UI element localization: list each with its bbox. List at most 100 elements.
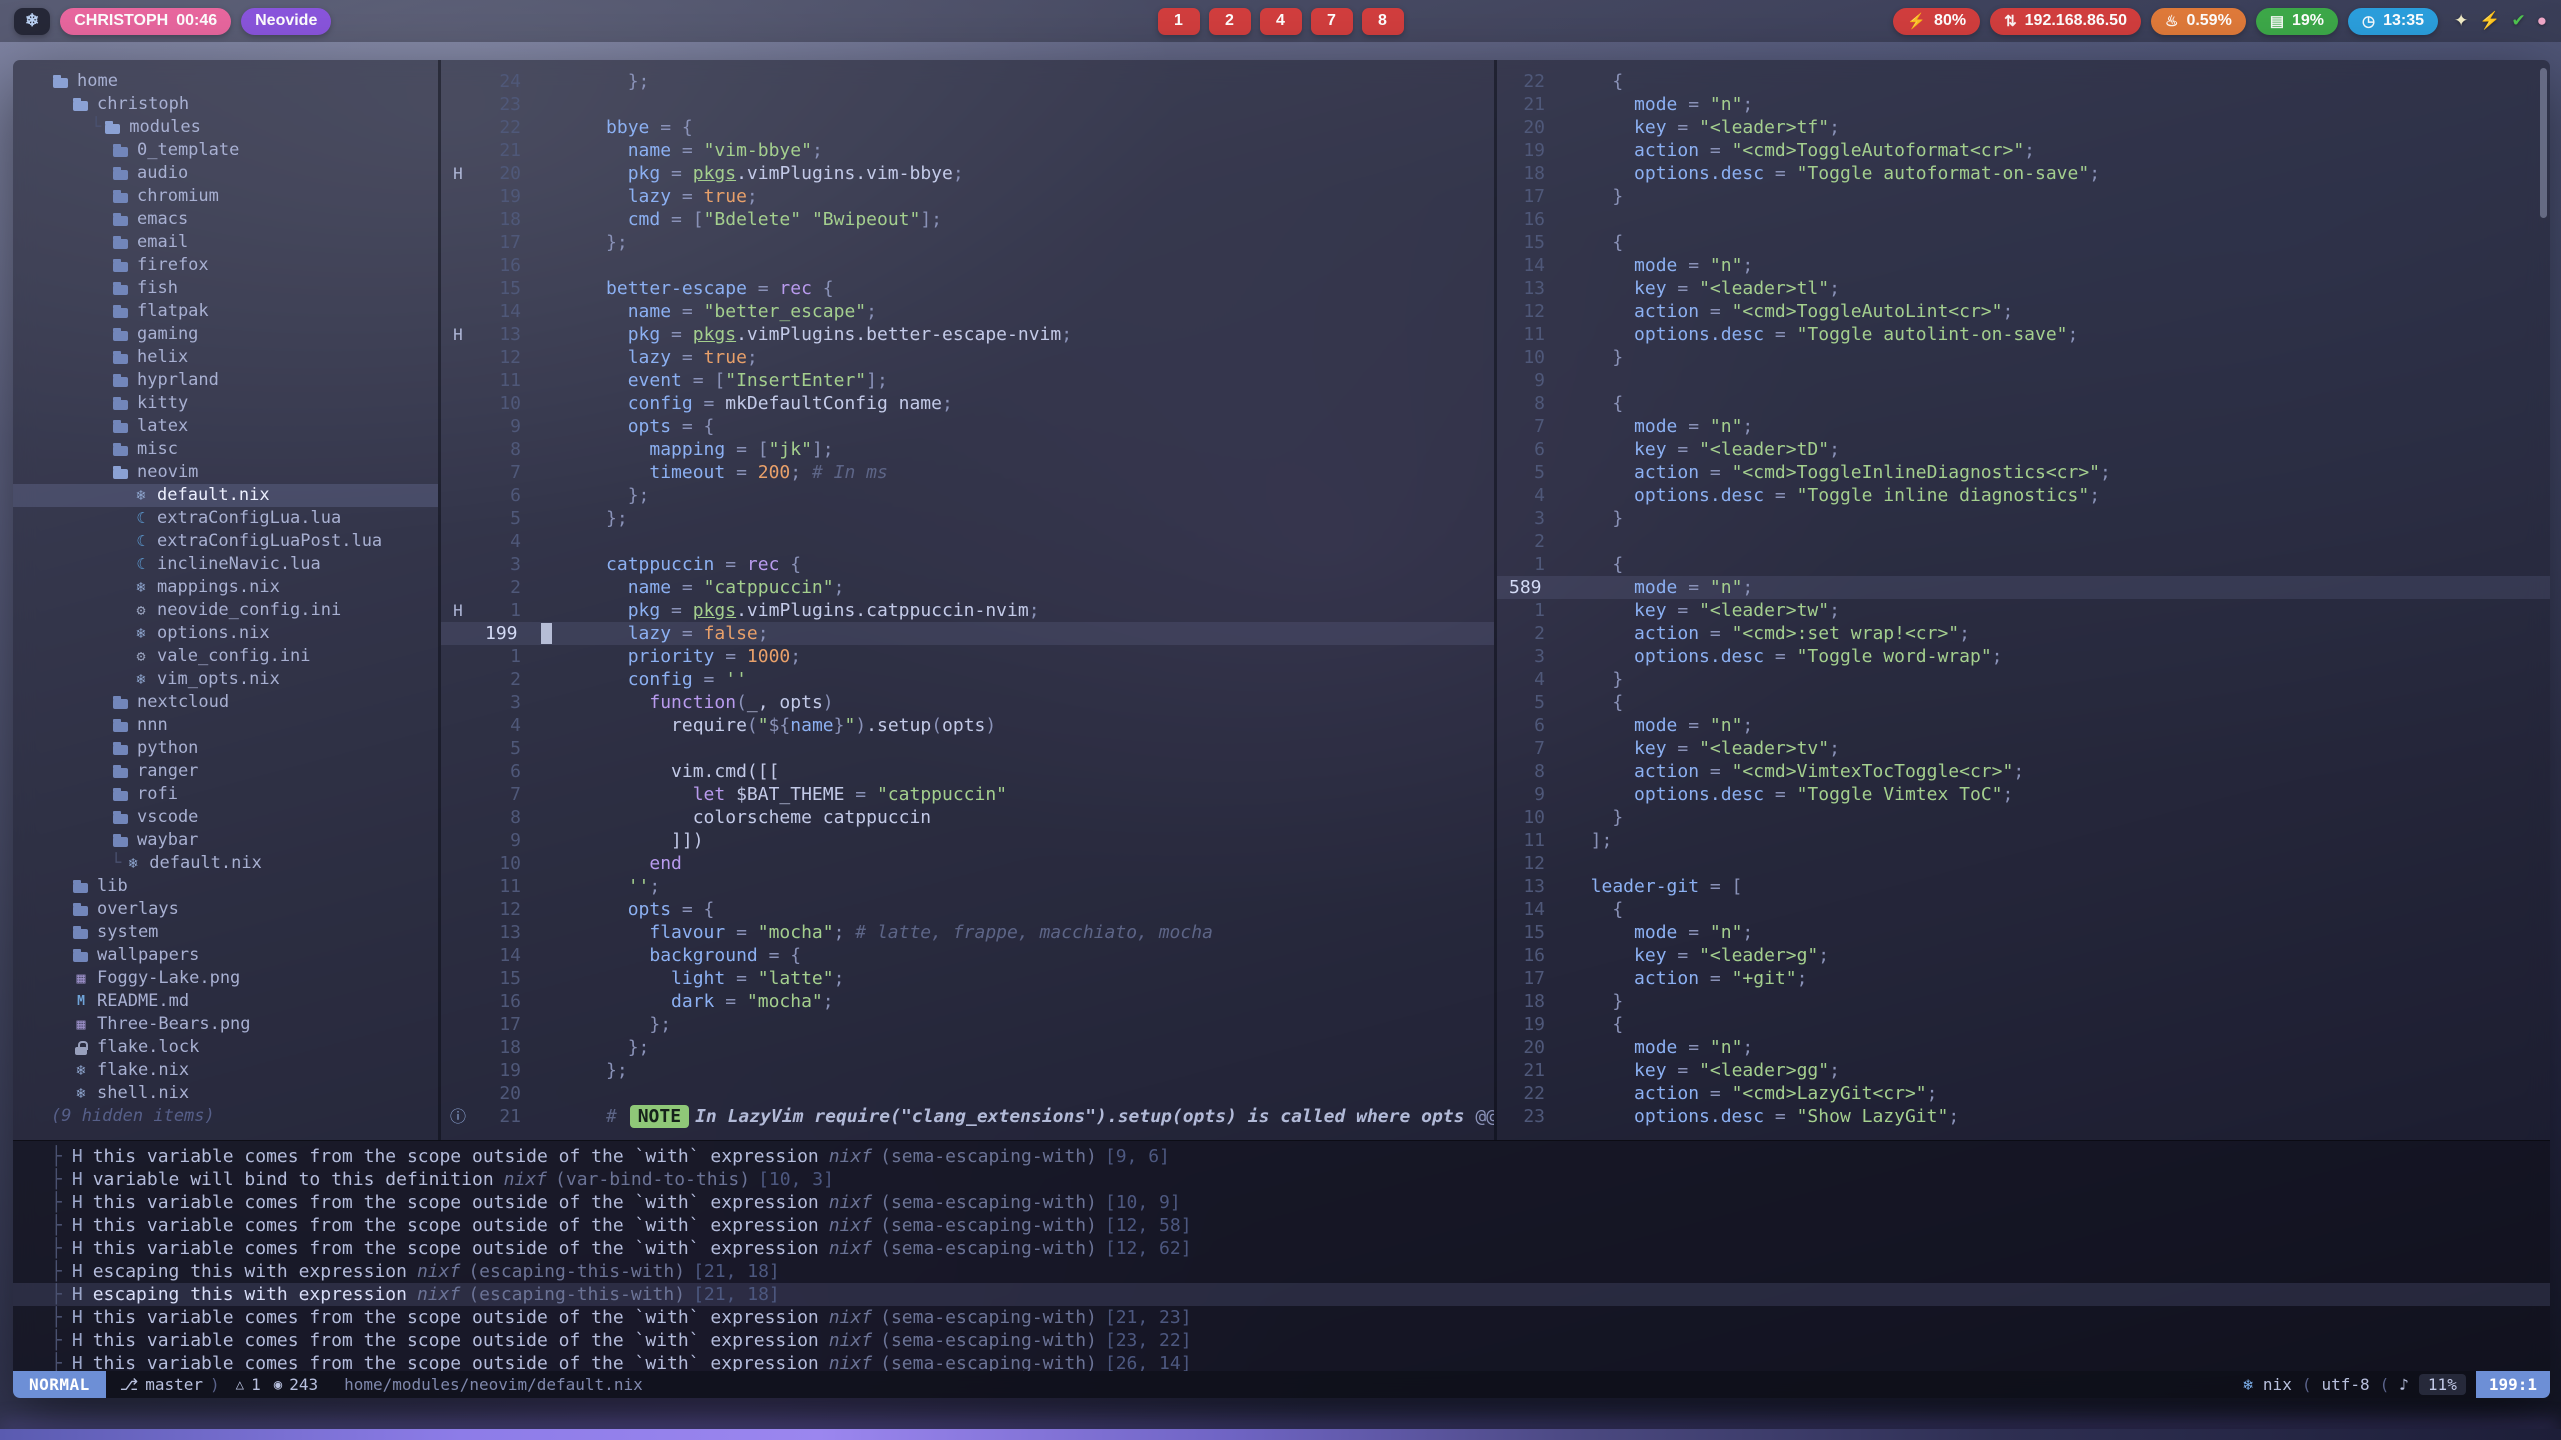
code-line[interactable]: 17 action = "+git";	[1497, 967, 2550, 990]
tree-item[interactable]: python	[13, 737, 438, 760]
power-profile-icon[interactable]: ⚡	[2479, 11, 2500, 31]
code-line[interactable]: H20 pkg = pkgs.vimPlugins.vim-bbye;	[441, 162, 1494, 185]
workspace-button[interactable]: 1	[1158, 8, 1200, 35]
code-line[interactable]: 15 better-escape = rec {	[441, 277, 1494, 300]
tree-item[interactable]: kitty	[13, 392, 438, 415]
tree-item[interactable]: ranger	[13, 760, 438, 783]
tree-item[interactable]: firefox	[13, 254, 438, 277]
code-line[interactable]: 1 key = "<leader>tw";	[1497, 599, 2550, 622]
code-line[interactable]: 20 mode = "n";	[1497, 1036, 2550, 1059]
clock-pill[interactable]: ◷13:35	[2348, 8, 2438, 35]
tree-item[interactable]: nnn	[13, 714, 438, 737]
tree-item[interactable]: fish	[13, 277, 438, 300]
code-line[interactable]: 22 bbye = {	[441, 116, 1494, 139]
code-line[interactable]: 8 colorscheme catppuccin	[441, 806, 1494, 829]
tree-item[interactable]: ❄vim_opts.nix	[13, 668, 438, 691]
code-line[interactable]: 3 }	[1497, 507, 2550, 530]
tree-item[interactable]: gaming	[13, 323, 438, 346]
code-line[interactable]: 23	[441, 93, 1494, 116]
code-line[interactable]: 9 ]])	[441, 829, 1494, 852]
diagnostic-item[interactable]: ├Hthis variable comes from the scope out…	[13, 1306, 2550, 1329]
tree-item[interactable]: rofi	[13, 783, 438, 806]
code-line[interactable]: 7 key = "<leader>tv";	[1497, 737, 2550, 760]
battery-pill[interactable]: ⚡80%	[1893, 8, 1980, 35]
tree-item[interactable]: └❄default.nix	[13, 852, 438, 875]
code-line[interactable]: 11 '';	[441, 875, 1494, 898]
tree-item[interactable]: lib	[13, 875, 438, 898]
diagnostic-item[interactable]: ├Hthis variable comes from the scope out…	[13, 1352, 2550, 1371]
code-line[interactable]: 4 options.desc = "Toggle inline diagnost…	[1497, 484, 2550, 507]
tree-item[interactable]: waybar	[13, 829, 438, 852]
tree-item[interactable]: ⚙vale_config.ini	[13, 645, 438, 668]
tree-item[interactable]: nextcloud	[13, 691, 438, 714]
code-line[interactable]: 16	[441, 254, 1494, 277]
tree-item[interactable]: wallpapers	[13, 944, 438, 967]
code-line[interactable]: 9 opts = {	[441, 415, 1494, 438]
tree-item[interactable]: chromium	[13, 185, 438, 208]
code-line[interactable]: 14 mode = "n";	[1497, 254, 2550, 277]
code-line[interactable]: 6 vim.cmd([[	[441, 760, 1494, 783]
tree-item[interactable]: helix	[13, 346, 438, 369]
code-line[interactable]: 3 catppuccin = rec {	[441, 553, 1494, 576]
code-line[interactable]: 11 options.desc = "Toggle autolint-on-sa…	[1497, 323, 2550, 346]
code-line[interactable]: 18 }	[1497, 990, 2550, 1013]
code-line[interactable]: 9 options.desc = "Toggle Vimtex ToC";	[1497, 783, 2550, 806]
code-line[interactable]: 12 opts = {	[441, 898, 1494, 921]
workspace-button[interactable]: 7	[1311, 8, 1353, 35]
launcher-button[interactable]: ❄	[14, 8, 50, 35]
code-line[interactable]: 14 {	[1497, 898, 2550, 921]
git-branch[interactable]: ⎇ master )	[120, 1375, 220, 1394]
code-line[interactable]: 21 key = "<leader>gg";	[1497, 1059, 2550, 1082]
code-line[interactable]: 22 action = "<cmd>LazyGit<cr>";	[1497, 1082, 2550, 1105]
code-line[interactable]: 17 }	[1497, 185, 2550, 208]
code-line[interactable]: 16	[1497, 208, 2550, 231]
diagnostic-item[interactable]: ├Hthis variable comes from the scope out…	[13, 1237, 2550, 1260]
code-line[interactable]: 5 };	[441, 507, 1494, 530]
code-line[interactable]: 21 mode = "n";	[1497, 93, 2550, 116]
tree-item[interactable]: latex	[13, 415, 438, 438]
code-line[interactable]: 13 key = "<leader>tl";	[1497, 277, 2550, 300]
code-line[interactable]: 22 {	[1497, 70, 2550, 93]
code-line[interactable]: 7 timeout = 200; # In ms	[441, 461, 1494, 484]
tree-item[interactable]: christoph	[13, 93, 438, 116]
diagnostic-item[interactable]: ├Hescaping this with expressionnixf(esca…	[13, 1283, 2550, 1306]
code-line[interactable]: 4	[441, 530, 1494, 553]
code-line[interactable]: 7 let $BAT_THEME = "catppuccin"	[441, 783, 1494, 806]
code-line[interactable]: 19 };	[441, 1059, 1494, 1082]
diagnostic-item[interactable]: ├Hthis variable comes from the scope out…	[13, 1191, 2550, 1214]
code-line[interactable]: ⓘ21 # NOTEIn LazyVim require("clang_exte…	[441, 1105, 1494, 1128]
cpu-pill[interactable]: ♨0.59%	[2151, 8, 2246, 35]
code-line[interactable]: 15 {	[1497, 231, 2550, 254]
code-line[interactable]: 12 lazy = true;	[441, 346, 1494, 369]
tree-item[interactable]: ☾extraConfigLuaPost.lua	[13, 530, 438, 553]
code-line[interactable]: 16 key = "<leader>g";	[1497, 944, 2550, 967]
code-line[interactable]: 1 priority = 1000;	[441, 645, 1494, 668]
workspace-button[interactable]: 2	[1209, 8, 1251, 35]
tree-item[interactable]: 0_template	[13, 139, 438, 162]
tree-item[interactable]: system	[13, 921, 438, 944]
code-line[interactable]: 10 }	[1497, 346, 2550, 369]
code-line[interactable]: H1 pkg = pkgs.vimPlugins.catppuccin-nvim…	[441, 599, 1494, 622]
scrollbar[interactable]	[2540, 68, 2547, 218]
idle-inhibitor-icon[interactable]: ✦	[2454, 11, 2468, 31]
code-line[interactable]: 21 name = "vim-bbye";	[441, 139, 1494, 162]
tree-item[interactable]: └modules	[13, 116, 438, 139]
code-line[interactable]: 3 function(_, opts)	[441, 691, 1494, 714]
code-line[interactable]: 7 mode = "n";	[1497, 415, 2550, 438]
code-line[interactable]: 19 {	[1497, 1013, 2550, 1036]
workspace-button[interactable]: 8	[1362, 8, 1404, 35]
diagnostic-item[interactable]: ├Hvariable will bind to this definitionn…	[13, 1168, 2550, 1191]
tree-item[interactable]: audio	[13, 162, 438, 185]
code-line[interactable]: 12 action = "<cmd>ToggleAutoLint<cr>";	[1497, 300, 2550, 323]
code-line[interactable]: 11 ];	[1497, 829, 2550, 852]
tree-item[interactable]: ❄flake.nix	[13, 1059, 438, 1082]
code-line[interactable]: 13 leader-git = [	[1497, 875, 2550, 898]
code-line[interactable]: 4 }	[1497, 668, 2550, 691]
code-line[interactable]: 24 };	[441, 70, 1494, 93]
tree-item[interactable]: neovim	[13, 461, 438, 484]
tree-item[interactable]: email	[13, 231, 438, 254]
code-line[interactable]: 15 light = "latte";	[441, 967, 1494, 990]
tree-item[interactable]: overlays	[13, 898, 438, 921]
code-line[interactable]: 199 lazy = false;	[441, 622, 1494, 645]
code-line[interactable]: 15 mode = "n";	[1497, 921, 2550, 944]
